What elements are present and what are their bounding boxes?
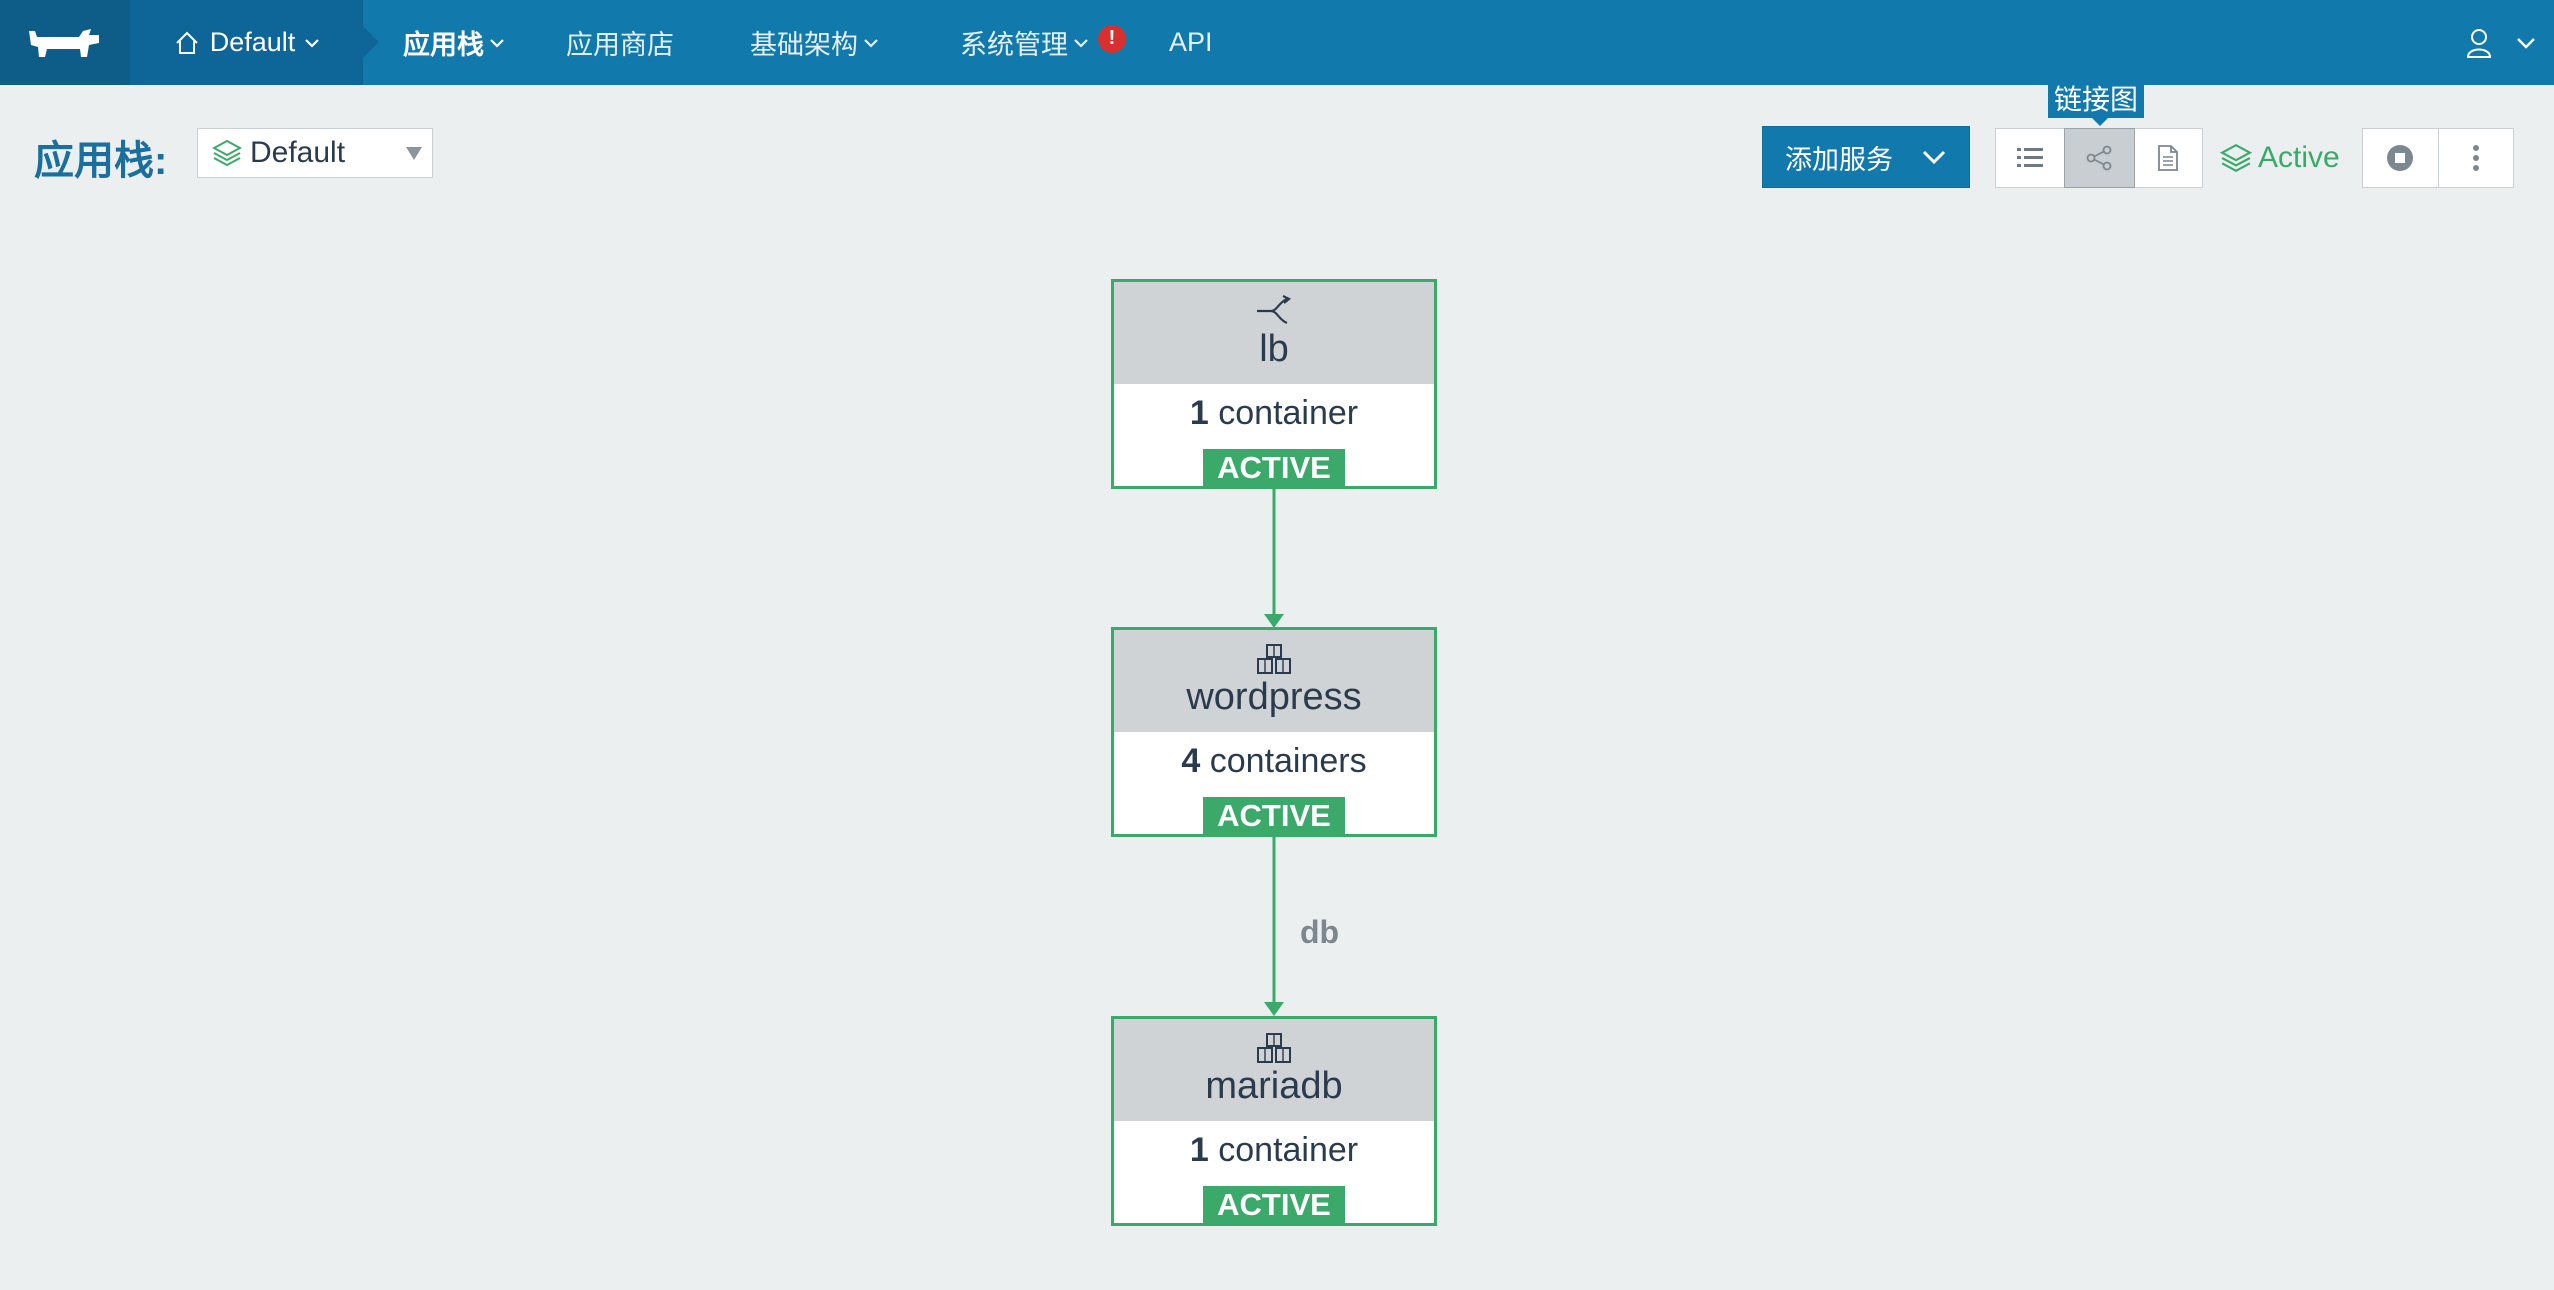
container-count-label: container xyxy=(1218,394,1359,432)
container-count-label: container xyxy=(1218,1131,1359,1169)
container-count-value: 4 xyxy=(1181,742,1201,780)
container-count: 1 container xyxy=(1114,394,1434,433)
container-count: 1 container xyxy=(1114,1131,1434,1170)
service-name: lb xyxy=(1259,328,1289,370)
status-badge: ACTIVE xyxy=(1203,449,1345,486)
container-count-value: 1 xyxy=(1189,1131,1209,1169)
service-cubes-icon xyxy=(1257,644,1291,674)
status-badge: ACTIVE xyxy=(1203,1186,1345,1223)
service-node-header: mariadb xyxy=(1114,1019,1434,1121)
service-cubes-icon xyxy=(1257,1033,1291,1063)
container-count-value: 1 xyxy=(1189,394,1209,432)
load-balancer-icon xyxy=(1257,295,1292,325)
edge-wordpress-mariadb xyxy=(1264,837,1284,1016)
edge-lb-wordpress xyxy=(1264,489,1284,628)
service-node-wordpress[interactable]: wordpress 4 containers ACTIVE xyxy=(1111,627,1437,837)
service-node-lb[interactable]: lb 1 container ACTIVE xyxy=(1111,279,1437,489)
service-node-mariadb[interactable]: mariadb 1 container ACTIVE xyxy=(1111,1016,1437,1226)
service-name: wordpress xyxy=(1186,676,1362,718)
service-node-header: wordpress xyxy=(1114,630,1434,732)
container-count-label: containers xyxy=(1209,742,1367,780)
status-badge: ACTIVE xyxy=(1203,797,1345,834)
service-name: mariadb xyxy=(1205,1065,1343,1107)
edge-label-db: db xyxy=(1300,914,1340,950)
service-node-header: lb xyxy=(1114,282,1434,384)
container-count: 4 containers xyxy=(1114,742,1434,781)
